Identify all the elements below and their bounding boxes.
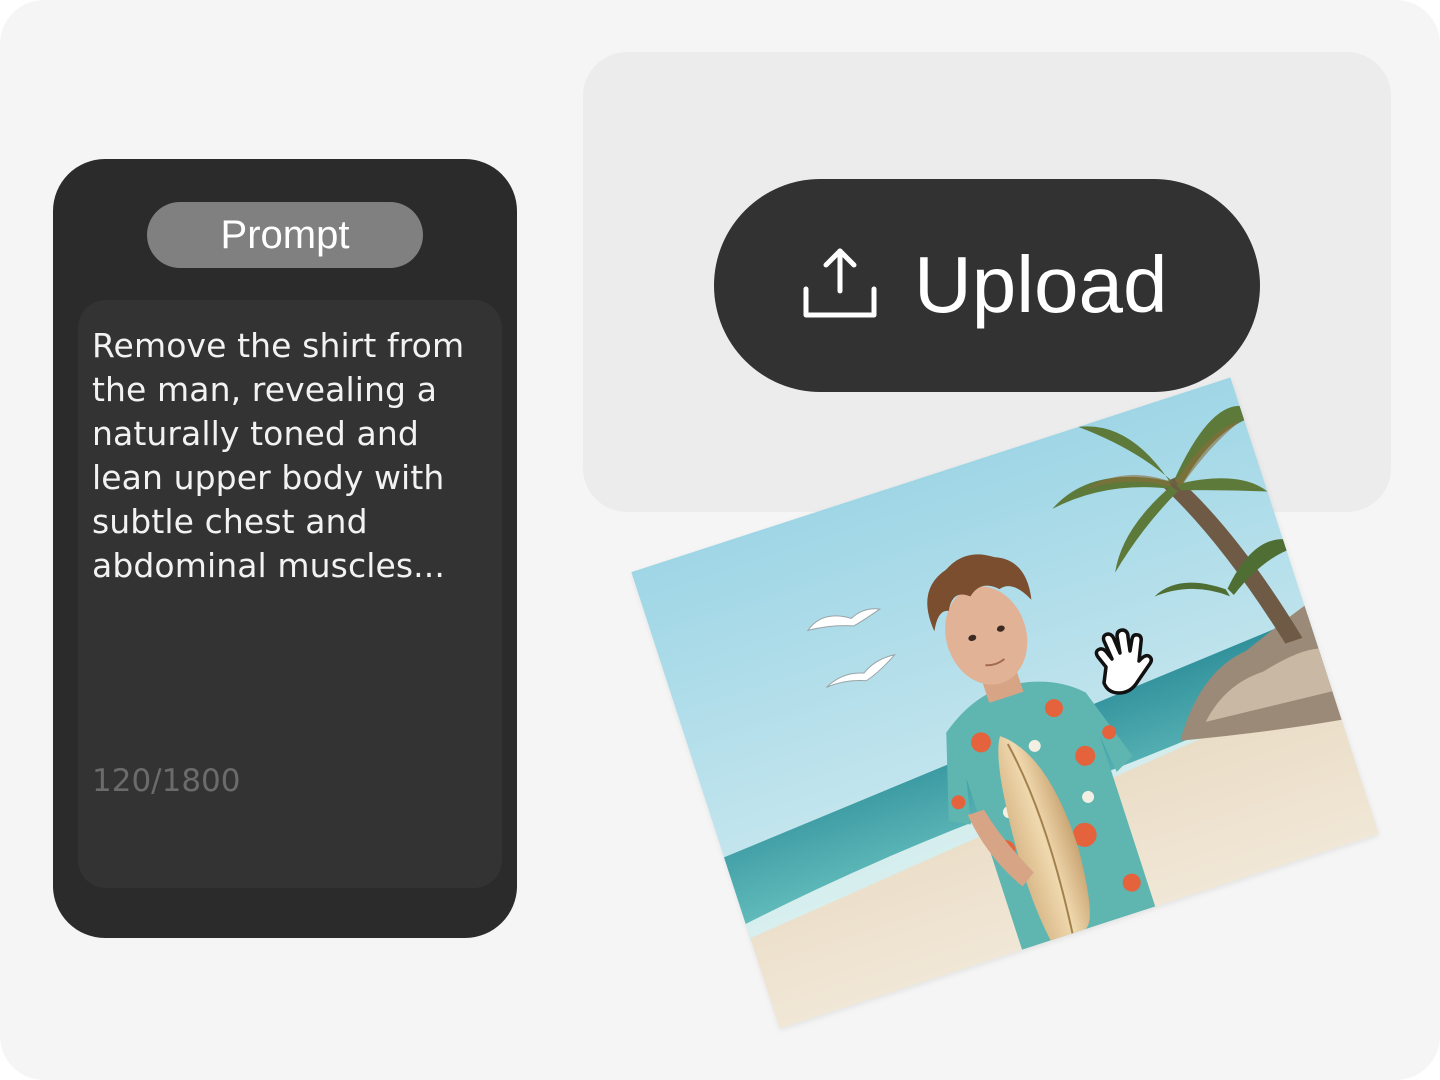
upload-icon xyxy=(803,248,877,318)
character-count: 120/1800 xyxy=(92,763,241,799)
prompt-panel: Prompt Remove the shirt from the man, re… xyxy=(53,159,517,938)
editor-canvas: Prompt Remove the shirt from the man, re… xyxy=(0,0,1440,1080)
prompt-input[interactable]: Remove the shirt from the man, revealing… xyxy=(78,300,502,888)
upload-label: Upload xyxy=(914,240,1168,329)
hand-cursor-icon xyxy=(1094,628,1154,695)
upload-button[interactable]: Upload xyxy=(714,179,1260,392)
prompt-text[interactable]: Remove the shirt from the man, revealing… xyxy=(92,324,492,588)
prompt-title-badge: Prompt xyxy=(147,202,423,268)
